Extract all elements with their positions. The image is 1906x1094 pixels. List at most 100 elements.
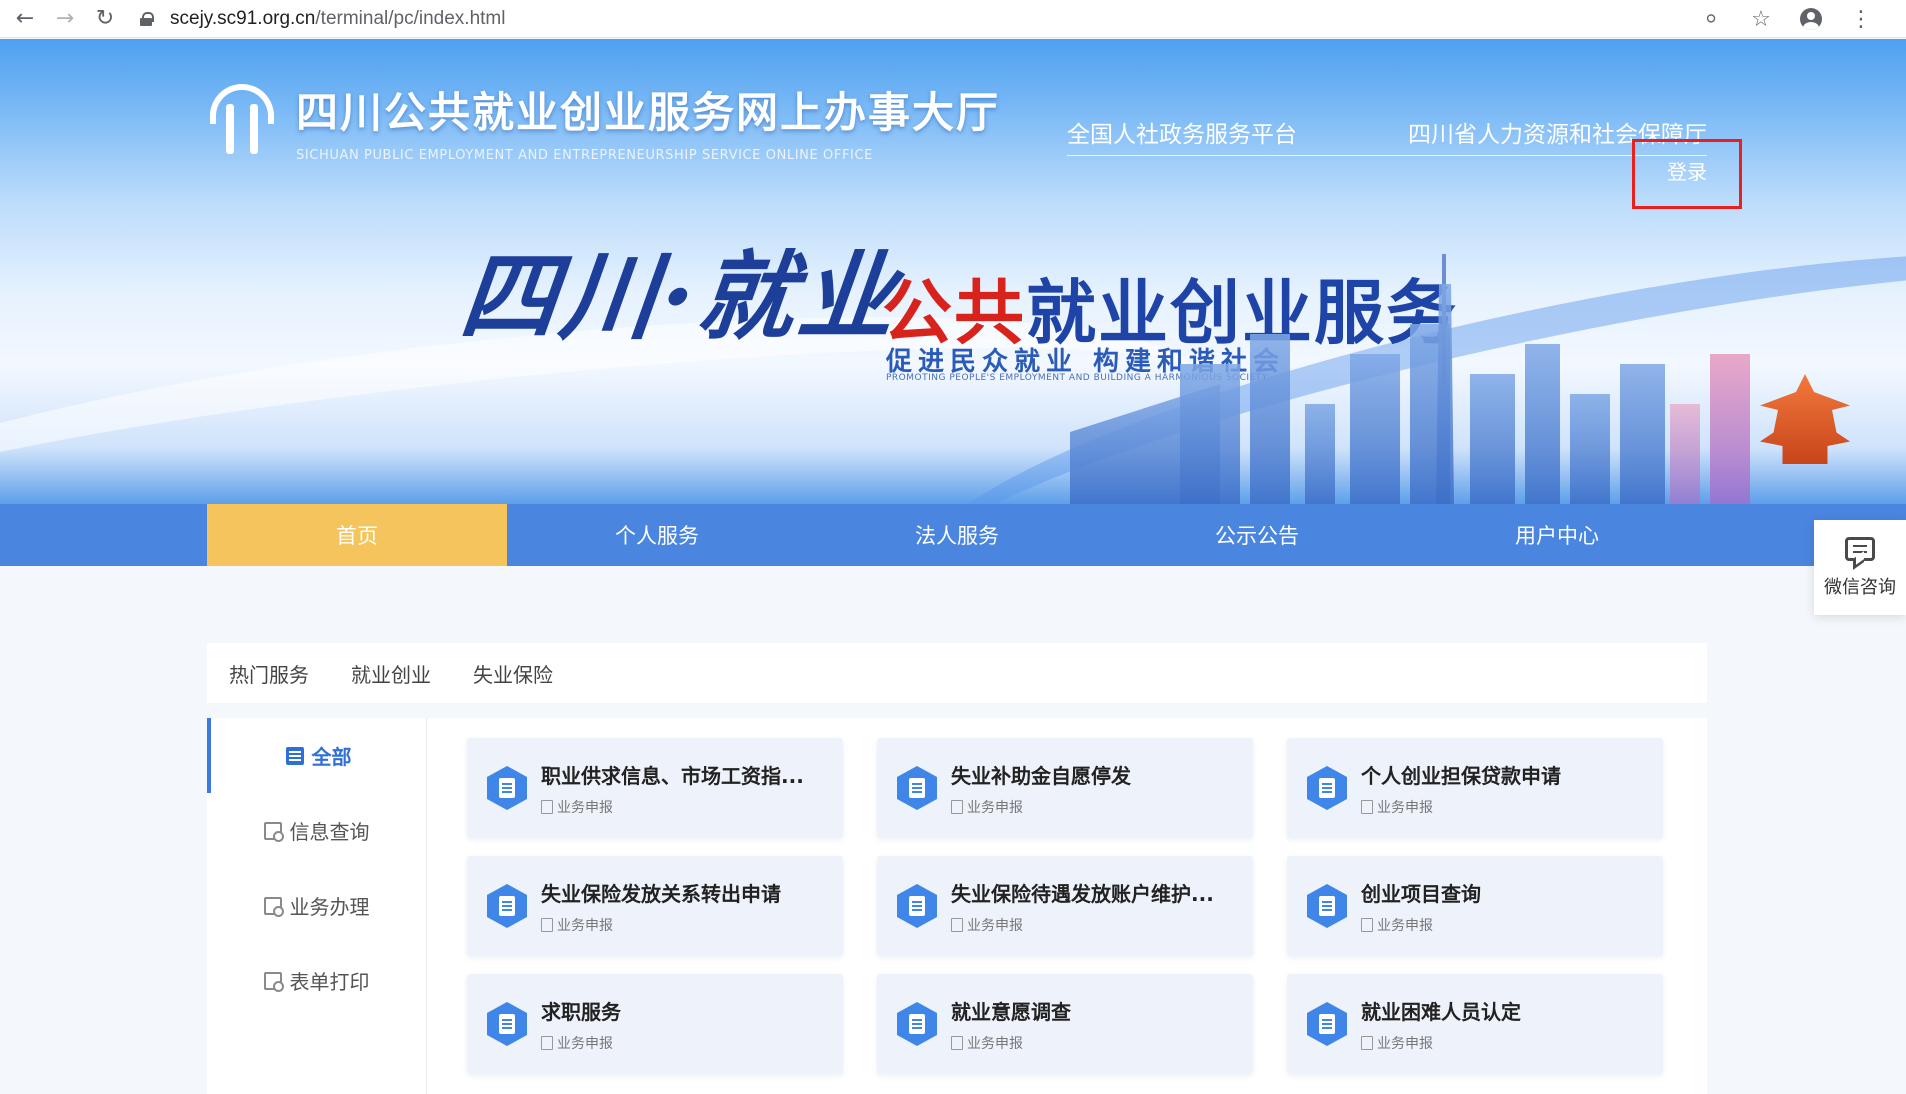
side-item-label: 表单打印 [289, 970, 370, 994]
service-side-menu: 全部 信息查询 业务办理 表单打印 [207, 718, 427, 1094]
forward-icon[interactable]: → [50, 4, 80, 34]
service-card[interactable]: 失业补助金自愿停发业务申报 [877, 738, 1253, 838]
nav-corporate-services[interactable]: 法人服务 [807, 504, 1107, 566]
side-item-label: 业务办理 [289, 895, 370, 919]
document-icon [487, 884, 527, 928]
site-logo[interactable]: 四川公共就业创业服务网上办事大厅 SICHUAN PUBLIC EMPLOYME… [210, 79, 1000, 163]
address-bar[interactable]: scejy.sc91.org.cn/terminal/pc/index.html [140, 3, 1840, 35]
bookmark-star-icon[interactable]: ☆ [1746, 4, 1776, 34]
service-card[interactable]: 创业项目查询业务申报 [1287, 856, 1663, 956]
url-host: scejy.sc91.org.cn [170, 8, 316, 29]
service-card-type: 业务申报 [1377, 799, 1433, 816]
site-title-en: SICHUAN PUBLIC EMPLOYMENT AND ENTREPRENE… [296, 148, 873, 163]
side-item-all[interactable]: 全部 [207, 718, 426, 793]
document-icon [1307, 1002, 1347, 1046]
printer-icon [263, 971, 284, 992]
service-card-type: 业务申报 [1377, 1035, 1433, 1052]
service-card[interactable]: 个人创业担保贷款申请业务申报 [1287, 738, 1663, 838]
service-card-type: 业务申报 [967, 799, 1023, 816]
form-icon [951, 917, 963, 932]
service-card[interactable]: 失业保险待遇发放账户维护... 业务申报 [877, 856, 1253, 956]
document-icon [897, 766, 937, 810]
chat-icon [1845, 536, 1875, 561]
document-icon [487, 1002, 527, 1046]
wechat-consult-button[interactable]: 微信咨询 [1814, 520, 1906, 615]
nav-announcements[interactable]: 公示公告 [1107, 504, 1407, 566]
tab-unemployment-insurance[interactable]: 失业保险 [473, 659, 553, 688]
document-icon [1307, 884, 1347, 928]
service-card[interactable]: 职业供求信息、市场工资指... 业务申报 [467, 738, 843, 838]
service-card[interactable]: 求职服务 业务申报 [467, 974, 843, 1074]
translate-icon[interactable]: ⚪ [1696, 4, 1726, 34]
service-cards: 职业供求信息、市场工资指... 业务申报 失业补助金自愿停发 业务申报 个人创业担保贷款… [467, 738, 1663, 1074]
login-link[interactable]: 登录 [1667, 156, 1707, 206]
nav-home[interactable]: 首页 [207, 504, 507, 566]
form-icon [951, 799, 963, 814]
service-card-type: 业务申报 [1377, 917, 1433, 934]
site-title: 四川公共就业创业服务网上办事大厅 [296, 88, 1001, 137]
browser-actions: ⚪ ☆ ⋮ [1696, 4, 1876, 34]
form-icon [1361, 1035, 1373, 1050]
side-item-label: 全部 [311, 745, 352, 769]
service-tabs: 热门服务 就业创业 失业保险 [207, 643, 1707, 703]
service-card-meta: 业务申报 [541, 797, 804, 817]
service-card-meta: 业务申报 [951, 1033, 1071, 1053]
service-card-title: 创业项目查询 [1361, 881, 1481, 906]
main-nav: 首页 个人服务 法人服务 公示公告 用户中心 [0, 504, 1906, 566]
service-card-title: 职业供求信息、市场工资指... [541, 763, 804, 788]
document-icon [1307, 766, 1347, 810]
side-item-info-query[interactable]: 信息查询 [207, 793, 426, 868]
service-card-meta: 业务申报 [541, 915, 781, 935]
service-card-meta: 业务申报 [1361, 1033, 1521, 1053]
tab-employment[interactable]: 就业创业 [351, 659, 431, 688]
menu-icon[interactable]: ⋮ [1846, 4, 1876, 34]
service-card-type: 业务申报 [557, 799, 613, 816]
list-icon [285, 746, 304, 765]
service-card-title: 就业意愿调查 [951, 999, 1071, 1024]
top-links: 全国人社政务服务平台 四川省人力资源和社会保障厅 [1067, 115, 1707, 156]
service-card-type: 业务申报 [967, 1035, 1023, 1052]
side-item-print[interactable]: 表单打印 [207, 943, 426, 1018]
nav-user-center[interactable]: 用户中心 [1407, 504, 1707, 566]
service-card-title: 失业保险发放关系转出申请 [541, 881, 781, 906]
service-card-meta: 业务申报 [1361, 915, 1481, 935]
form-icon [541, 1035, 553, 1050]
lock-icon [140, 12, 154, 26]
wechat-consult-label: 微信咨询 [1824, 576, 1896, 598]
service-card-title: 就业困难人员认定 [1361, 999, 1521, 1024]
nav-personal-services[interactable]: 个人服务 [507, 504, 807, 566]
document-icon [897, 1002, 937, 1046]
profile-icon[interactable] [1796, 4, 1826, 34]
reload-icon[interactable]: ↻ [90, 4, 120, 34]
form-icon [541, 799, 553, 814]
service-card-title: 失业保险待遇发放账户维护... [951, 881, 1214, 906]
form-icon [541, 917, 553, 932]
service-card-type: 业务申报 [967, 917, 1023, 934]
service-card-meta: 业务申报 [951, 797, 1131, 817]
service-card-type: 业务申报 [557, 1035, 613, 1052]
url-path: /terminal/pc/index.html [315, 8, 506, 29]
search-doc-icon [263, 821, 284, 842]
service-panel: 全部 信息查询 业务办理 表单打印 职业供求信息、市场工资指... 业务申报 失业补… [207, 718, 1707, 1094]
side-item-business[interactable]: 业务办理 [207, 868, 426, 943]
service-card-type: 业务申报 [557, 917, 613, 934]
tab-hot-services[interactable]: 热门服务 [229, 659, 309, 688]
service-card-title: 失业补助金自愿停发 [951, 763, 1131, 788]
banner-slogan-left: 四川·就业 [455, 240, 905, 353]
service-card[interactable]: 失业保险发放关系转出申请业务申报 [467, 856, 843, 956]
document-icon [897, 884, 937, 928]
back-icon[interactable]: ← [10, 4, 40, 34]
form-icon [1361, 799, 1373, 814]
link-national-platform[interactable]: 全国人社政务服务平台 [1067, 115, 1297, 149]
service-card[interactable]: 就业意愿调查业务申报 [877, 974, 1253, 1074]
service-card-meta: 业务申报 [951, 915, 1214, 935]
service-card[interactable]: 就业困难人员认定业务申报 [1287, 974, 1663, 1074]
form-icon [951, 1035, 963, 1050]
service-card-title: 个人创业担保贷款申请 [1361, 763, 1561, 788]
pagoda-icon [1760, 374, 1850, 464]
url-text: scejy.sc91.org.cn/terminal/pc/index.html [170, 8, 505, 30]
login-highlight: 登录 [1632, 139, 1742, 209]
header-banner: 四川公共就业创业服务网上办事大厅 SICHUAN PUBLIC EMPLOYME… [0, 39, 1906, 504]
service-card-meta: 业务申报 [1361, 797, 1561, 817]
service-card-meta: 业务申报 [541, 1033, 621, 1053]
